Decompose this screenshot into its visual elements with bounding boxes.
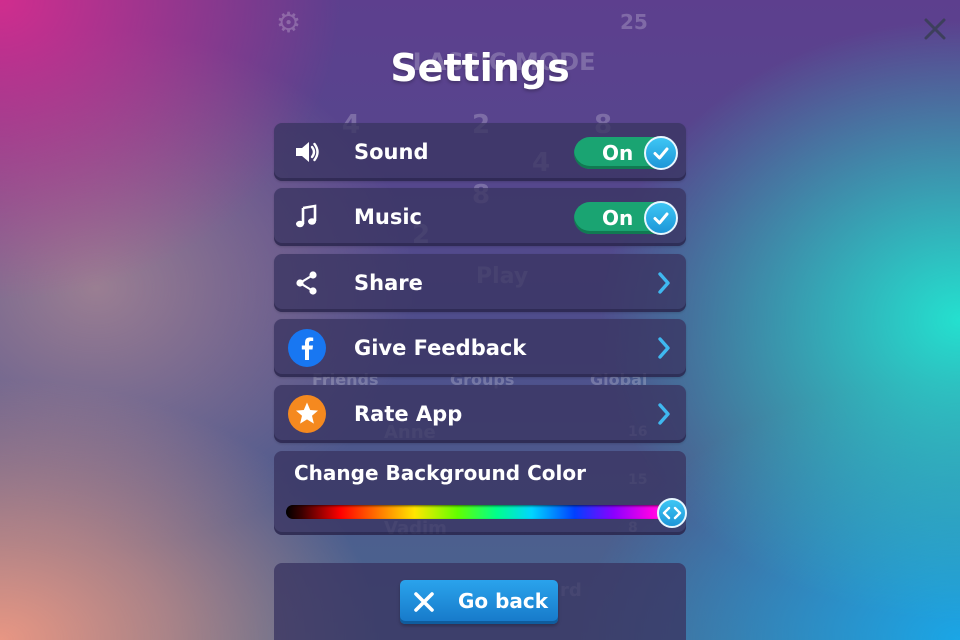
background-color-panel: Change Background Color [274, 451, 687, 535]
left-right-arrows-icon [662, 506, 682, 520]
share-label: Share [354, 271, 423, 295]
bg-gear-icon: ⚙ [276, 6, 302, 39]
chevron-right-icon [658, 403, 670, 425]
check-icon [644, 136, 678, 170]
chevron-right-icon [658, 272, 670, 294]
music-note-icon [288, 198, 326, 236]
music-toggle-text: On [602, 206, 634, 230]
give-feedback-label: Give Feedback [354, 336, 527, 360]
give-feedback-button[interactable]: Give Feedback [274, 319, 686, 377]
check-icon [644, 201, 678, 235]
hue-slider-track[interactable] [286, 505, 676, 519]
close-icon [924, 18, 946, 40]
rate-app-label: Rate App [354, 402, 463, 426]
sound-setting-row: Sound On [274, 123, 686, 181]
sound-label: Sound [354, 140, 429, 164]
background-color-title: Change Background Color [294, 461, 586, 485]
rate-app-button[interactable]: Rate App [274, 385, 686, 443]
star-icon [288, 395, 326, 433]
chevron-right-icon [658, 337, 670, 359]
music-setting-row: Music On [274, 188, 686, 246]
share-icon [288, 264, 326, 302]
music-label: Music [354, 205, 422, 229]
close-x-icon [414, 592, 434, 612]
sound-toggle[interactable]: On [574, 136, 678, 170]
hue-slider-handle[interactable] [657, 498, 687, 528]
music-toggle[interactable]: On [574, 201, 678, 235]
bg-top-counter: 25 [620, 10, 648, 34]
sound-toggle-text: On [602, 141, 634, 165]
speaker-icon [288, 133, 326, 171]
share-button[interactable]: Share [274, 254, 686, 312]
close-button[interactable] [918, 12, 952, 46]
go-back-label: Go back [458, 589, 549, 613]
page-title: Settings [390, 46, 570, 90]
facebook-icon [288, 329, 326, 367]
go-back-button[interactable]: Go back [400, 580, 558, 624]
